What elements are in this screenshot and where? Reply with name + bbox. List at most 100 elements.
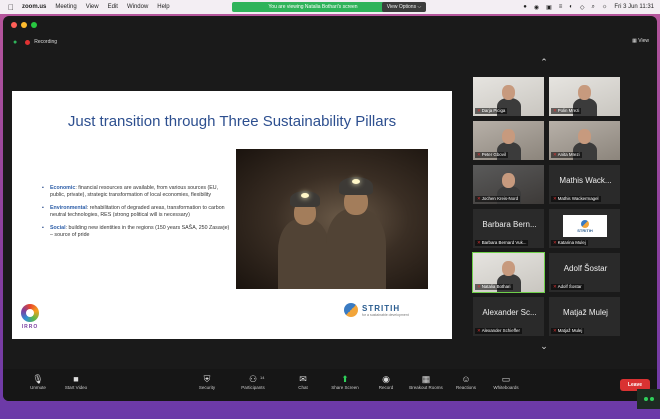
meeting-toolbar: 🎙 Unmute ■ Start Video ⛨ Security ⚇ 14 Participa… — [3, 369, 657, 401]
participant-tile[interactable]: ✕Jochen Kreis-Nord — [472, 164, 545, 205]
start-video-button[interactable]: ■ Start Video — [57, 373, 95, 390]
menu-window[interactable]: Window — [127, 4, 148, 10]
participant-name-label: ✕Barbara Bernard Vuk... — [475, 240, 529, 246]
participant-name: Adolf Šostar — [557, 284, 582, 289]
participant-tile[interactable]: ✕Peter Gbovil — [472, 120, 545, 161]
participant-face — [502, 129, 515, 144]
wifi-icon[interactable]: ◇ — [580, 4, 585, 11]
recording-dot-icon — [25, 39, 31, 45]
mic-muted-icon: ✕ — [477, 240, 481, 245]
gallery-down-chevron-icon[interactable]: ⌄ — [538, 341, 550, 352]
slide-bullets: Economic: financial resources are availa… — [42, 185, 232, 244]
screen-icon[interactable]: ▣ — [546, 4, 552, 11]
mic-muted-icon: ✕ — [553, 284, 557, 289]
fullscreen-window-button[interactable] — [31, 22, 37, 28]
participant-name: Alexander Schieffer — [481, 328, 520, 333]
menu-extra-icon[interactable]: ≡ — [559, 4, 563, 10]
record-status-icon[interactable]: ● — [523, 4, 527, 10]
unmute-button[interactable]: 🎙 Unmute — [19, 373, 57, 390]
mic-muted-icon: ✕ — [477, 196, 481, 201]
record-icon: ◉ — [382, 374, 390, 384]
participant-display-name: Adolf Šostar — [563, 264, 608, 273]
menu-edit[interactable]: Edit — [108, 4, 118, 10]
view-options-button[interactable]: View Options ⌵ — [382, 2, 426, 12]
breakout-rooms-button[interactable]: ▦ Breakout Rooms — [407, 373, 445, 390]
bullet-key: Environmental — [50, 204, 87, 211]
participants-button[interactable]: ⚇ 14 Participants — [234, 373, 272, 390]
participant-name-label: ✕Adolf Šostar — [551, 284, 584, 290]
chat-button[interactable]: ✉ Chat — [284, 373, 322, 390]
status-dot-icon — [649, 397, 654, 401]
mic-muted-icon: ✕ — [477, 108, 481, 113]
share-screen-button[interactable]: ⬆ Share Screen — [326, 373, 364, 390]
participant-name: Jochen Kreis-Nord — [481, 196, 519, 201]
participant-name: Darja Piciga — [481, 108, 506, 113]
apple-icon[interactable]:  — [8, 3, 14, 12]
participant-tile[interactable]: Mathis Wack... ✕Mathis Wackermagel — [548, 164, 621, 205]
toolbar-button-label: Record — [378, 385, 394, 390]
participant-tile[interactable]: Barbara Bern... ✕Barbara Bernard Vuk... — [472, 208, 545, 249]
participant-name-label: ✕Jochen Kreis-Nord — [475, 196, 521, 202]
toolbar-button-label: Start Video — [64, 385, 88, 390]
irro-logo: IRRO — [17, 299, 43, 333]
menu-app[interactable]: zoom.us — [22, 4, 46, 10]
participant-tile[interactable]: Alexander Sc... ✕Alexander Schieffer — [472, 296, 545, 337]
participant-tile[interactable]: ✕Anita Mrezi — [548, 120, 621, 161]
record-button[interactable]: ◉ Record — [367, 373, 405, 390]
minimize-window-button[interactable] — [21, 22, 27, 28]
clock[interactable]: Fri 3 Jun 11:31 — [614, 4, 654, 10]
toolbar-button-label: Breakout Rooms — [409, 385, 443, 390]
participant-face — [502, 85, 515, 100]
close-window-button[interactable] — [11, 22, 17, 28]
spotlight-icon[interactable]: ⌕ — [592, 4, 595, 11]
mic-muted-icon: ✕ — [477, 152, 481, 157]
participant-name-label: ✕Anita Mrezi — [551, 152, 582, 158]
reactions-icon: ☺ — [461, 374, 471, 384]
whiteboards-button[interactable]: ▭ Whiteboards — [487, 373, 525, 390]
bullet-text: : financial resources are available, fro… — [50, 185, 219, 199]
miner-right — [326, 209, 386, 289]
bullet-social: Social: building new identities in the r… — [42, 225, 232, 240]
participant-name: Barbara Bernard Vuk... — [481, 240, 527, 245]
mic-muted-icon: ✕ — [553, 108, 557, 113]
zoom-status-icon[interactable]: ◉ — [534, 4, 539, 11]
shield-icon[interactable]: ● — [13, 39, 17, 46]
participant-name: Polin Mrezi — [557, 108, 580, 113]
participants-icon: ⚇ — [248, 374, 258, 384]
participant-name: Mathis Wackermagel — [557, 196, 599, 201]
stritih-logo-mark — [344, 303, 358, 317]
menu-help[interactable]: Help — [157, 4, 169, 10]
participant-tile[interactable]: Adolf Šostar ✕Adolf Šostar — [548, 252, 621, 293]
participant-face — [578, 85, 591, 100]
recording-label[interactable]: Recording — [34, 39, 57, 45]
participant-count: 14 — [260, 375, 265, 380]
battery-icon[interactable]: ◐ — [569, 4, 573, 10]
view-button[interactable]: ▦ View — [632, 38, 649, 44]
stritih-logo-text: STRITIH — [577, 227, 593, 233]
irro-logo-text: IRRO — [21, 324, 39, 330]
irro-logo-mark — [21, 304, 39, 322]
participant-tile[interactable]: Matjaž Mulej ✕Matjaž Mulej — [548, 296, 621, 337]
security-button[interactable]: ⛨ Security — [188, 373, 226, 390]
toolbar-button-label: Whiteboards — [493, 385, 519, 390]
toolbar-button-label: Share Screen — [331, 385, 359, 390]
participant-face — [578, 129, 591, 144]
toolbar-button-label: Security — [198, 385, 216, 390]
participant-tile[interactable]: ✕Darja Piciga — [472, 76, 545, 117]
status-dot-icon — [643, 397, 648, 401]
gallery-up-chevron-icon[interactable]: ⌃ — [538, 57, 550, 68]
miners-photo — [236, 149, 428, 289]
participant-name-label: ✕Darja Piciga — [475, 108, 508, 114]
control-center-icon[interactable]: ☼ — [602, 4, 608, 10]
stritih-logo: STRITIH for a sustainable development — [344, 303, 409, 317]
reactions-button[interactable]: ☺ Reactions — [447, 373, 485, 390]
participant-display-name: Barbara Bern... — [482, 220, 537, 229]
menu-view[interactable]: View — [86, 4, 99, 10]
participant-name-label: ✕Natalia Bothari — [475, 284, 513, 290]
menu-meeting[interactable]: Meeting — [55, 4, 76, 10]
participant-tile[interactable]: STRITIH ✕Katarina Mulej — [548, 208, 621, 249]
participant-tile[interactable]: ✕Natalia Bothari — [472, 252, 545, 293]
participant-tile[interactable]: ✕Polin Mrezi — [548, 76, 621, 117]
stritih-avatar-logo: STRITIH — [563, 215, 607, 237]
view-label: View — [638, 38, 649, 44]
